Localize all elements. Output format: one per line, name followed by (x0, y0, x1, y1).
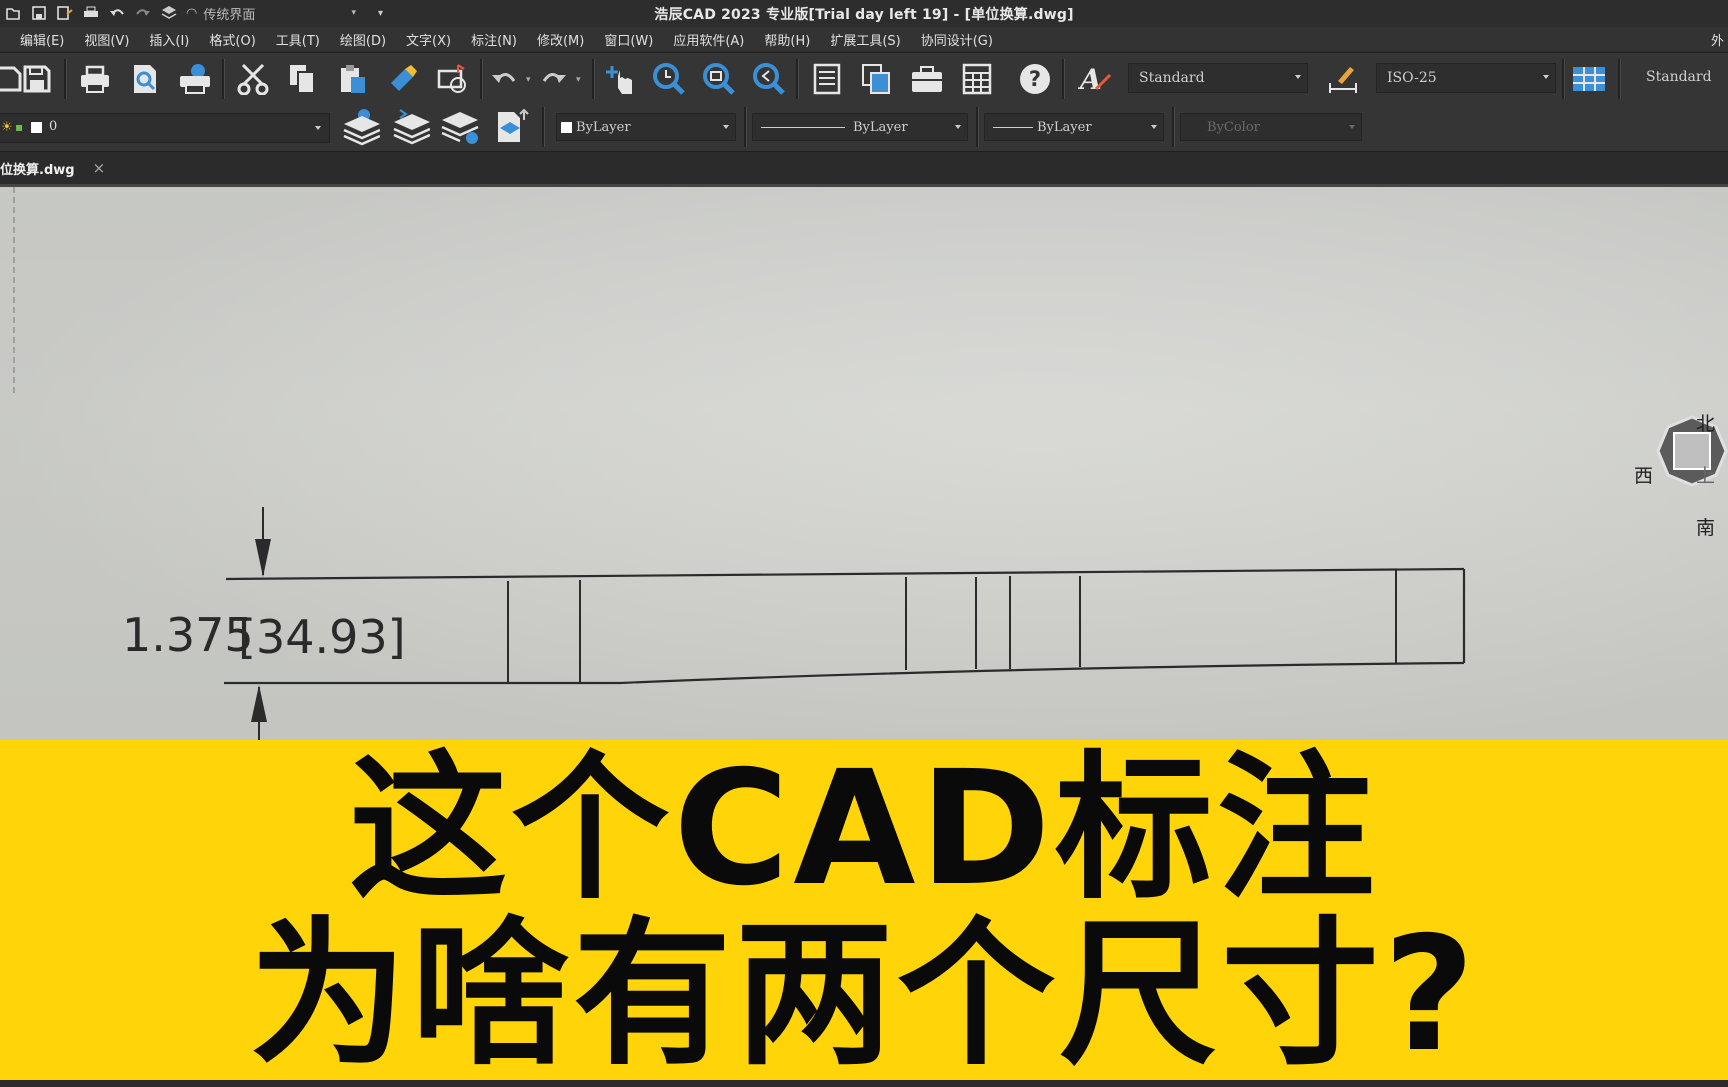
linetype-select[interactable]: ByLayer (752, 113, 968, 141)
lineweight-sample (993, 126, 1033, 128)
dimension-style-value: ISO-25 (1387, 70, 1437, 86)
menu-item[interactable]: 绘图(D) (330, 30, 396, 49)
pan-icon[interactable] (600, 61, 638, 97)
cut-icon[interactable] (234, 61, 272, 97)
menu-item[interactable]: 窗口(W) (594, 30, 663, 49)
view-cube-north[interactable]: 北 (1696, 409, 1715, 436)
dimension-text: 1.375 (122, 608, 254, 662)
dimension-style-select[interactable]: ISO-25 (1376, 63, 1556, 93)
view-cube-top[interactable]: 上 (1696, 461, 1715, 488)
window-title: 浩辰CAD 2023 专业版[Trial day left 19] - [单位换… (654, 7, 1074, 23)
standard-toolbar: ▾ ▾ ? A Standard ISO-25 Standard (0, 52, 1728, 104)
text-style-value: Standard (1139, 70, 1205, 86)
dimension-style-icon[interactable] (1324, 61, 1362, 97)
design-center-icon[interactable] (858, 61, 896, 97)
drawing-sketch: 1.375 [34.93] (0, 187, 1728, 740)
menu-item[interactable]: 格式(O) (199, 30, 265, 49)
caption-banner: 这个CAD标注 为啥有两个尺寸? (0, 740, 1728, 1080)
menu-bar: 编辑(E) 视图(V) 插入(I) 格式(O) 工具(T) 绘图(D) 文字(X) 标注(N)… (0, 27, 1728, 51)
menu-item[interactable]: 应用软件(A) (663, 30, 754, 49)
save-icon[interactable] (18, 61, 56, 97)
copy-icon[interactable] (284, 61, 322, 97)
layer-on-icon[interactable]: ☀ (1, 120, 13, 135)
menu-item[interactable]: 文字(X) (396, 30, 461, 49)
document-tab[interactable]: 位换算.dwg × (0, 152, 105, 184)
redo-dropdown-icon[interactable]: ▾ (576, 75, 581, 85)
plot-style-value: ByColor (1207, 119, 1260, 135)
linetype-sample (761, 126, 845, 128)
text-style-icon[interactable]: A (1076, 61, 1114, 97)
undo-icon[interactable] (484, 61, 522, 97)
menu-item[interactable]: 编辑(E) (0, 30, 74, 49)
properties-toolbar: ☀ ▪ 0 ByLayer ByLayer ByLayer ByColor (0, 103, 1728, 152)
layer-name: 0 (49, 119, 58, 134)
lineweight-value: ByLayer (1037, 119, 1092, 135)
drawing-canvas[interactable]: 1.375 [34.93] 北 西 上 南 (0, 187, 1728, 740)
match-properties-icon[interactable] (384, 61, 422, 97)
layer-previous-icon[interactable] (488, 107, 532, 147)
print-preview-icon[interactable] (126, 61, 164, 97)
caption-line-1: 这个CAD标注 (349, 737, 1379, 921)
svg-text:A: A (1078, 63, 1102, 95)
view-cube[interactable]: 北 西 上 南 (1628, 409, 1728, 539)
layer-lock-icon[interactable]: ▪ (15, 120, 23, 134)
menu-item[interactable]: 帮助(H) (754, 30, 820, 49)
menu-item[interactable]: 修改(M) (527, 30, 594, 49)
calculator-icon[interactable] (958, 61, 996, 97)
block-editor-icon[interactable] (434, 61, 472, 97)
menu-item[interactable]: 扩展工具(S) (820, 30, 910, 49)
lineweight-select[interactable]: ByLayer (984, 113, 1164, 141)
paste-icon[interactable] (334, 61, 372, 97)
close-tab-icon[interactable]: × (93, 159, 106, 177)
document-tab-label: 位换算.dwg (0, 162, 75, 178)
menu-item[interactable]: 工具(T) (266, 30, 330, 49)
help-icon[interactable]: ? (1016, 61, 1054, 97)
table-style-icon[interactable] (1570, 61, 1608, 97)
make-current-layer-icon[interactable] (388, 107, 432, 147)
view-cube-south[interactable]: 南 (1696, 513, 1715, 540)
menu-item[interactable]: 视图(V) (74, 30, 139, 49)
redo-icon[interactable] (536, 61, 574, 97)
layer-select[interactable]: ☀ ▪ 0 (0, 113, 330, 143)
caption-line-2: 为啥有两个尺寸? (249, 903, 1479, 1087)
zoom-realtime-icon[interactable] (650, 61, 688, 97)
undo-dropdown-icon[interactable]: ▾ (526, 75, 531, 85)
color-value: ByLayer (576, 119, 631, 135)
alt-dimension-text: [34.93] (238, 610, 406, 664)
zoom-previous-icon[interactable] (750, 61, 788, 97)
plot-style-select: ByColor (1180, 113, 1362, 141)
layer-state-icon[interactable] (438, 107, 482, 147)
view-cube-west[interactable]: 西 (1634, 461, 1653, 488)
linetype-value: ByLayer (853, 119, 908, 135)
print-icon[interactable] (76, 61, 114, 97)
menu-item[interactable]: 标注(N) (461, 30, 527, 49)
color-select[interactable]: ByLayer (556, 113, 736, 141)
plot-icon[interactable] (176, 61, 214, 97)
properties-icon[interactable] (808, 61, 846, 97)
zoom-window-icon[interactable] (700, 61, 738, 97)
table-style-value[interactable]: Standard (1646, 69, 1712, 85)
layer-color-swatch (31, 122, 42, 133)
layer-properties-icon[interactable] (338, 107, 382, 147)
title-bar: ◠ 传统界面 ▾ ▾ 浩辰CAD 2023 专业版[Trial day left… (0, 0, 1728, 26)
svg-text:?: ? (1029, 67, 1041, 91)
text-style-select[interactable]: Standard (1128, 63, 1308, 93)
menu-item[interactable]: 插入(I) (139, 30, 199, 49)
tool-palettes-icon[interactable] (908, 61, 946, 97)
menu-item[interactable]: 协同设计(G) (911, 30, 1003, 49)
color-swatch (561, 121, 572, 133)
document-tab-bar: 位换算.dwg × (0, 152, 1728, 187)
menu-item-overflow[interactable]: 外 (1711, 30, 1724, 49)
